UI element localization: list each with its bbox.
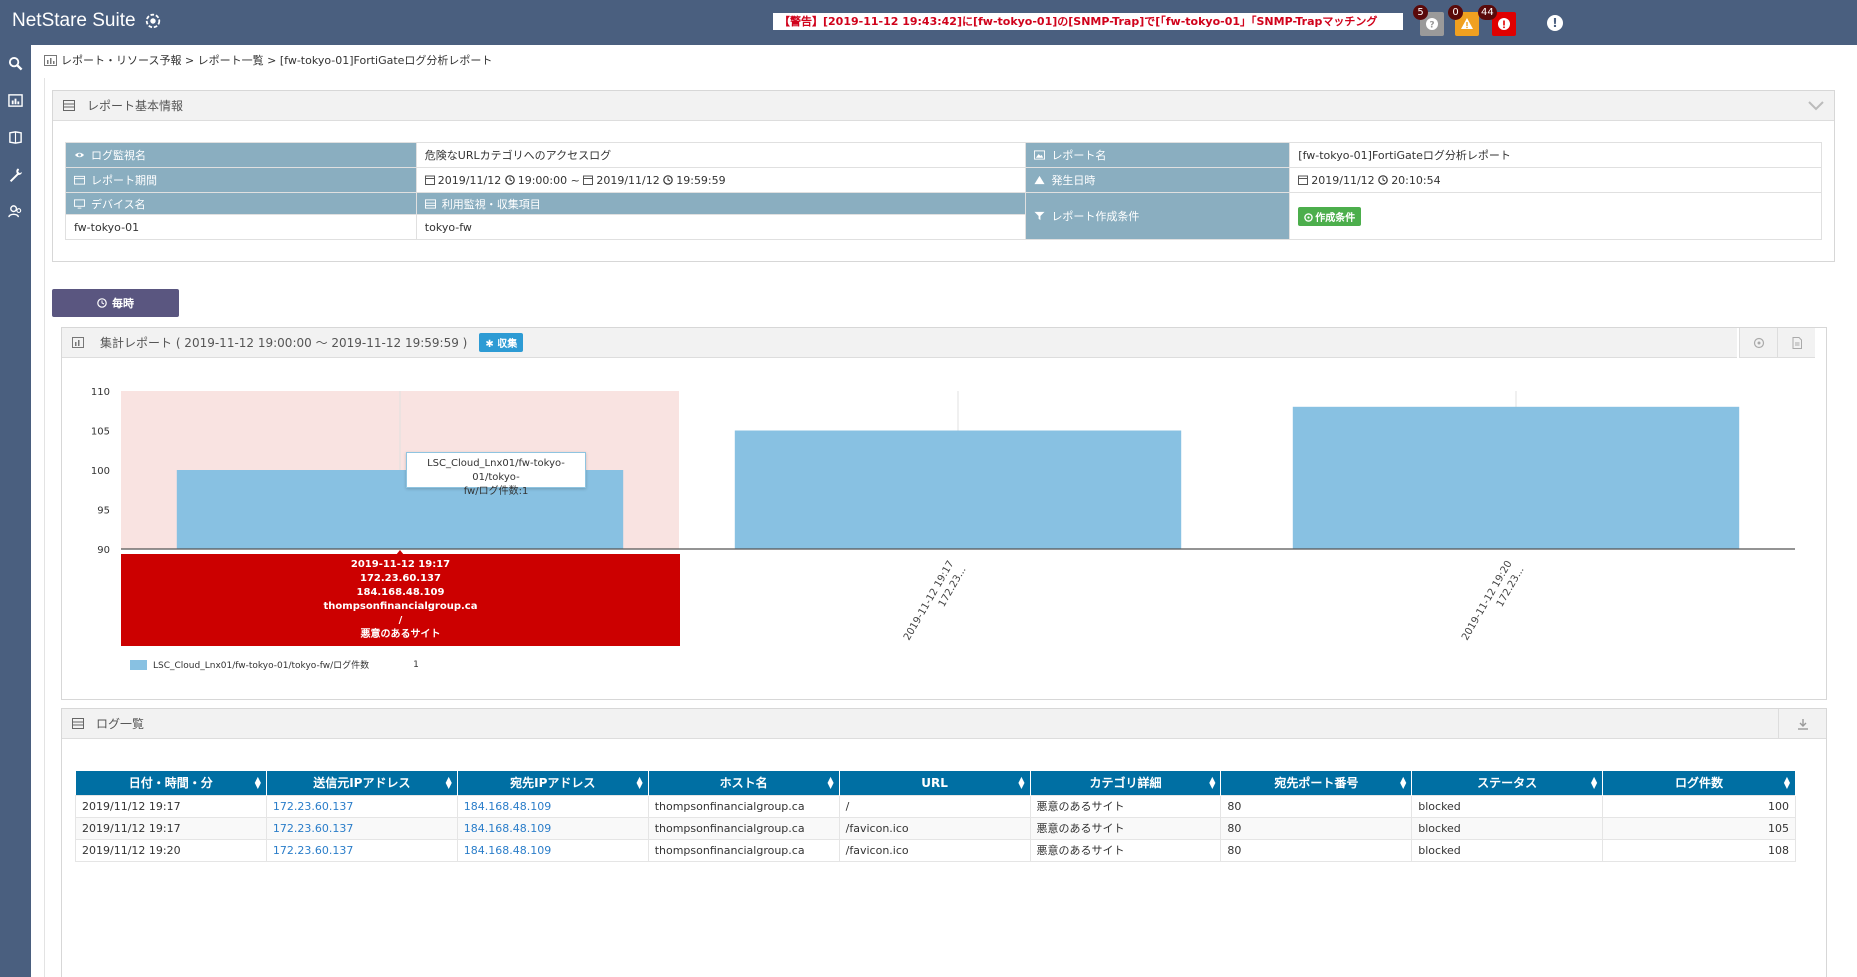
table-cell: /favicon.ico (838, 838, 1031, 862)
legend-value: 1 (413, 659, 419, 670)
table-cell: thompsonfinancialgroup.ca (647, 816, 840, 840)
table-cell[interactable]: 184.168.48.109 (456, 838, 649, 862)
sort-icon: ▲ ▼ (1400, 775, 1407, 790)
table-cell: / (838, 794, 1031, 818)
table-cell: 悪意のあるサイト (1029, 816, 1222, 840)
table-row[interactable]: 2019/11/12 19:17 172.23.60.137 184.168.48.… (75, 816, 1796, 840)
selected-url: / (398, 615, 403, 626)
selected-category: 悪意のあるサイト (360, 629, 441, 640)
table-icon (72, 718, 84, 729)
column-header[interactable]: ホスト名 ▲ ▼ (648, 771, 840, 795)
sort-icon: ▲ ▼ (1783, 775, 1790, 790)
table-cell: 2019/11/12 19:17 (75, 816, 267, 840)
bar (734, 430, 1182, 549)
selected-dst-ip: 184.168.48.109 (356, 587, 445, 598)
sort-icon: ▲ ▼ (1018, 775, 1025, 790)
selected-time: 2019-11-12 19:17 (350, 559, 451, 570)
column-header[interactable]: 日付・時間・分 ▲ ▼ (75, 771, 267, 795)
table-row[interactable]: 2019/11/12 19:17 172.23.60.137 184.168.48.… (75, 794, 1796, 818)
table-cell: blocked (1411, 794, 1604, 818)
sort-icon: ▲ ▼ (636, 775, 643, 790)
sort-icon: ▲ ▼ (445, 775, 452, 790)
selected-src-ip: 172.23.60.137 (360, 573, 441, 584)
table-cell: 108 (1602, 838, 1796, 862)
bar (1292, 406, 1740, 549)
sort-icon: ▲ ▼ (1209, 775, 1216, 790)
column-header[interactable]: ステータス ▲ ▼ (1411, 771, 1604, 795)
selected-bar-detail[interactable]: 2019-11-12 19:17 172.23.60.137 184.168.4… (121, 554, 680, 646)
log-table: 日付・時間・分 ▲ ▼ 送信元IPアドレス ▲ ▼ 宛先IPアドレス ▲ ▼ ホスト名 ▲ ▼ URL ▲… (75, 771, 1796, 862)
table-cell: 80 (1220, 838, 1413, 862)
legend-label: LSC_Cloud_Lnx01/fw-tokyo-01/tokyo-fw/ログ件… (153, 661, 370, 671)
selected-host: thompsonfinancialgroup.ca (323, 601, 478, 612)
column-header[interactable]: 宛先ポート番号 ▲ ▼ (1220, 771, 1413, 795)
chart-tooltip: LSC_Cloud_Lnx01/fw-tokyo-01/tokyo- fw/ログ… (406, 452, 586, 497)
table-cell: 80 (1220, 816, 1413, 840)
chart-legend[interactable]: LSC_Cloud_Lnx01/fw-tokyo-01/tokyo-fw/ログ件… (130, 658, 419, 671)
table-cell: blocked (1411, 838, 1604, 862)
sort-icon: ▲ ▼ (827, 775, 834, 790)
table-cell[interactable]: 172.23.60.137 (265, 816, 458, 840)
log-list-title: ログ一覧 (96, 717, 145, 731)
table-cell: thompsonfinancialgroup.ca (647, 838, 840, 862)
y-tick-label: 95 (97, 506, 110, 517)
sort-icon: ▲ ▼ (1590, 775, 1598, 790)
table-cell[interactable]: 184.168.48.109 (456, 816, 649, 840)
y-tick-label: 110 (91, 387, 110, 398)
sort-icon: ▲ ▼ (254, 775, 261, 790)
table-cell[interactable]: 172.23.60.137 (265, 794, 458, 818)
y-tick-label: 100 (91, 466, 110, 477)
table-cell: 80 (1220, 794, 1413, 818)
table-cell[interactable]: 172.23.60.137 (265, 838, 458, 862)
y-tick-label: 90 (97, 545, 110, 556)
log-download-button[interactable] (1778, 709, 1826, 739)
table-cell: 2019/11/12 19:20 (75, 838, 267, 862)
column-header[interactable]: 送信元IPアドレス ▲ ▼ (266, 771, 458, 795)
table-cell: /favicon.ico (838, 816, 1031, 840)
column-header[interactable]: URL ▲ ▼ (839, 771, 1031, 795)
table-cell: 2019/11/12 19:17 (75, 794, 267, 818)
y-tick-label: 105 (91, 427, 110, 438)
column-header[interactable]: ログ件数 ▲ ▼ (1602, 771, 1796, 795)
table-cell[interactable]: 184.168.48.109 (456, 794, 649, 818)
download-icon (1797, 718, 1808, 730)
table-cell: 100 (1602, 794, 1796, 818)
table-row[interactable]: 2019/11/12 19:20 172.23.60.137 184.168.48.… (75, 838, 1796, 862)
table-cell: blocked (1411, 816, 1604, 840)
column-header[interactable]: 宛先IPアドレス ▲ ▼ (457, 771, 649, 795)
table-cell: 105 (1602, 816, 1796, 840)
table-cell: 悪意のあるサイト (1029, 794, 1222, 818)
table-cell: thompsonfinancialgroup.ca (647, 794, 840, 818)
legend-swatch (130, 659, 147, 670)
log-list-header: ログ一覧 (62, 709, 1778, 739)
column-header[interactable]: カテゴリ詳細 ▲ ▼ (1030, 771, 1222, 795)
table-cell: 悪意のあるサイト (1029, 838, 1222, 862)
